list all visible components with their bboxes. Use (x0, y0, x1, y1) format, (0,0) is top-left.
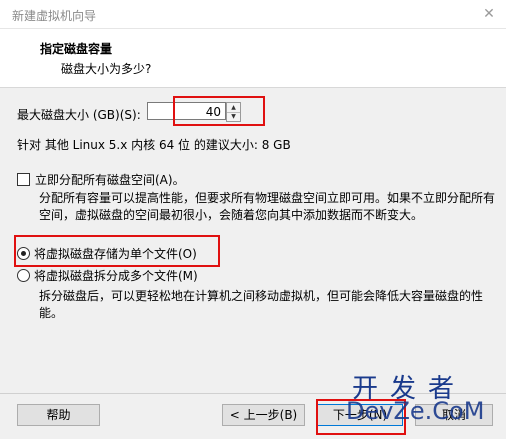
allocate-description: 分配所有容量可以提高性能，但要求所有物理磁盘空间立即可用。如果不立即分配所有空间… (39, 191, 496, 222)
split-description: 拆分磁盘后，可以更轻松地在计算机之间移动虚拟机，但可能会降低大容量磁盘的性能。 (39, 289, 484, 320)
page-title: 指定磁盘容量 (40, 42, 113, 56)
recommended-size-text: 针对 其他 Linux 5.x 内核 64 位 的建议大小: 8 GB (17, 138, 291, 152)
close-icon[interactable]: ✕ (478, 4, 500, 24)
split-files-option[interactable]: 将虚拟磁盘拆分成多个文件(M) (17, 267, 198, 284)
window-title: 新建虚拟机向导 (12, 9, 97, 23)
help-button[interactable]: 帮助 (17, 404, 100, 426)
split-files-label: 将虚拟磁盘拆分成多个文件(M) (34, 269, 198, 283)
split-files-radio[interactable] (17, 269, 30, 282)
watermark-domain: DevZe.CoM (346, 397, 485, 425)
highlight-box-single-file (14, 235, 220, 267)
back-button[interactable]: < 上一步(B) (222, 404, 305, 426)
allocate-all-label: 立即分配所有磁盘空间(A)。 (35, 173, 185, 187)
wizard-header: 指定磁盘容量 磁盘大小为多少? (0, 29, 506, 88)
title-bar: 新建虚拟机向导 ✕ (0, 0, 506, 29)
disk-size-label: 最大磁盘大小 (GB)(S): (17, 108, 141, 122)
allocate-all-option[interactable]: 立即分配所有磁盘空间(A)。 (17, 171, 185, 188)
page-subtitle: 磁盘大小为多少? (61, 62, 152, 76)
allocate-all-checkbox[interactable] (17, 173, 30, 186)
highlight-box-size (173, 96, 265, 126)
